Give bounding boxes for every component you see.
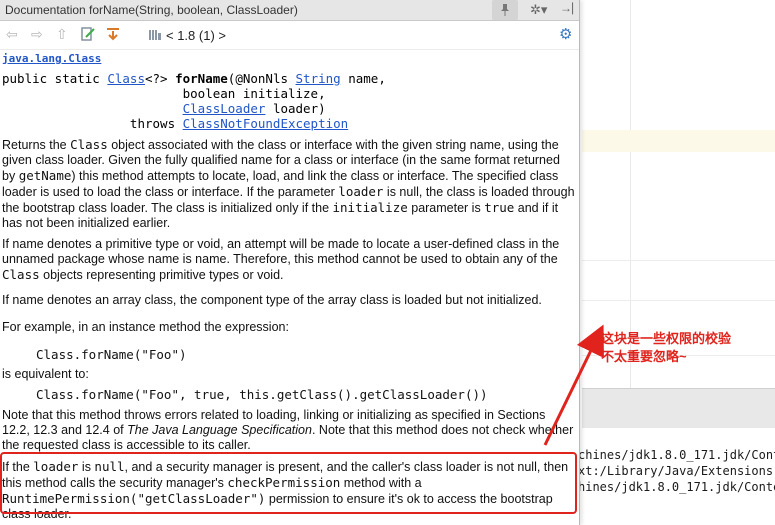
sig-text: name, [340,71,386,86]
jump-to-source-icon[interactable] [105,26,121,45]
primitive-paragraph: If name denotes a primitive type or void… [2,237,576,283]
package-link[interactable]: java.lang.Class [2,52,576,65]
inline-code: true [484,200,515,215]
popup-toolbar: ⇦ ⇨ ⇧ < 1.8 (1) > ⚙ [0,21,579,50]
edit-source-icon[interactable] [80,26,96,45]
sig-text: loader) [265,101,326,116]
inline-code: loader [338,184,384,199]
up-arrow-icon[interactable]: ⇧ [56,26,68,43]
inline-code: initialize [332,200,408,215]
text: Returns the [2,138,71,152]
method-name: forName [175,71,228,86]
hide-icon[interactable]: →⎸ [560,1,579,16]
annotation-line-2: 不太重要忽略~ [601,349,687,364]
settings-icon[interactable]: ⚙ [559,25,572,43]
editor-line [582,300,775,301]
inline-code: Class [2,267,40,282]
editor-line [582,260,775,261]
version-label: < 1.8 (1) > [166,28,226,43]
text: parameter is [407,201,485,215]
sig-text: public static [2,71,108,86]
text: objects representing primitive types or … [39,268,284,282]
run-panel-header[interactable] [582,388,775,430]
documentation-popup: Documentation forName(String, boolean, C… [0,0,580,525]
jls-title: The Java Language Specification [127,423,312,437]
equivalent-text: is equivalent to: [2,367,89,381]
annotation-note: 这块是一些权限的校验 不太重要忽略~ [601,330,731,366]
forward-arrow-icon[interactable]: ⇨ [31,26,43,43]
inline-code: Class [70,137,108,152]
console-line: chines/jdk1.8.0_171.jdk/Cont [578,448,775,462]
example-paragraph: For example, in an instance method the e… [2,320,289,334]
package-link-text[interactable]: java.lang.Class [2,52,101,65]
string-link[interactable]: String [296,71,341,86]
annotation-line-1: 这块是一些权限的校验 [601,331,732,346]
inline-code: getName [18,168,72,183]
library-icon [148,27,162,44]
class-link[interactable]: Class [107,71,145,86]
note-paragraph: Note that this method throws errors rela… [2,408,576,453]
sig-text: boolean initialize, [2,86,326,101]
method-signature: public static Class<?> forName(@NonNls S… [2,71,576,131]
back-arrow-icon[interactable]: ⇦ [6,26,18,43]
gear-icon[interactable]: ✲▾ [530,2,547,18]
console-line: xt:/Library/Java/Extensions: [578,464,775,478]
pin-icon[interactable] [492,0,518,20]
console-line: hines/jdk1.8.0_171.jdk/Conte [578,480,775,494]
text: If name denotes a primitive type or void… [2,237,560,266]
sig-indent [2,101,183,116]
current-line-highlight [582,130,775,152]
description-paragraph: Returns the Class object associated with… [2,137,576,231]
version-navigator[interactable]: < 1.8 (1) > [148,27,226,44]
popup-titlebar[interactable]: Documentation forName(String, boolean, C… [0,0,579,21]
array-paragraph: If name denotes an array class, the comp… [2,293,542,307]
sig-text: <?> [145,71,176,86]
sig-text: throws [2,116,183,131]
sig-text: (@NonNls [227,71,296,86]
code-example-1: Class.forName("Foo") [36,347,187,362]
classloader-link[interactable]: ClassLoader [183,101,266,116]
annotation-highlight-box [0,452,577,514]
popup-title: Documentation forName(String, boolean, C… [5,3,298,17]
code-example-2: Class.forName("Foo", true, this.getClass… [36,387,488,402]
exception-link[interactable]: ClassNotFoundException [183,116,349,131]
